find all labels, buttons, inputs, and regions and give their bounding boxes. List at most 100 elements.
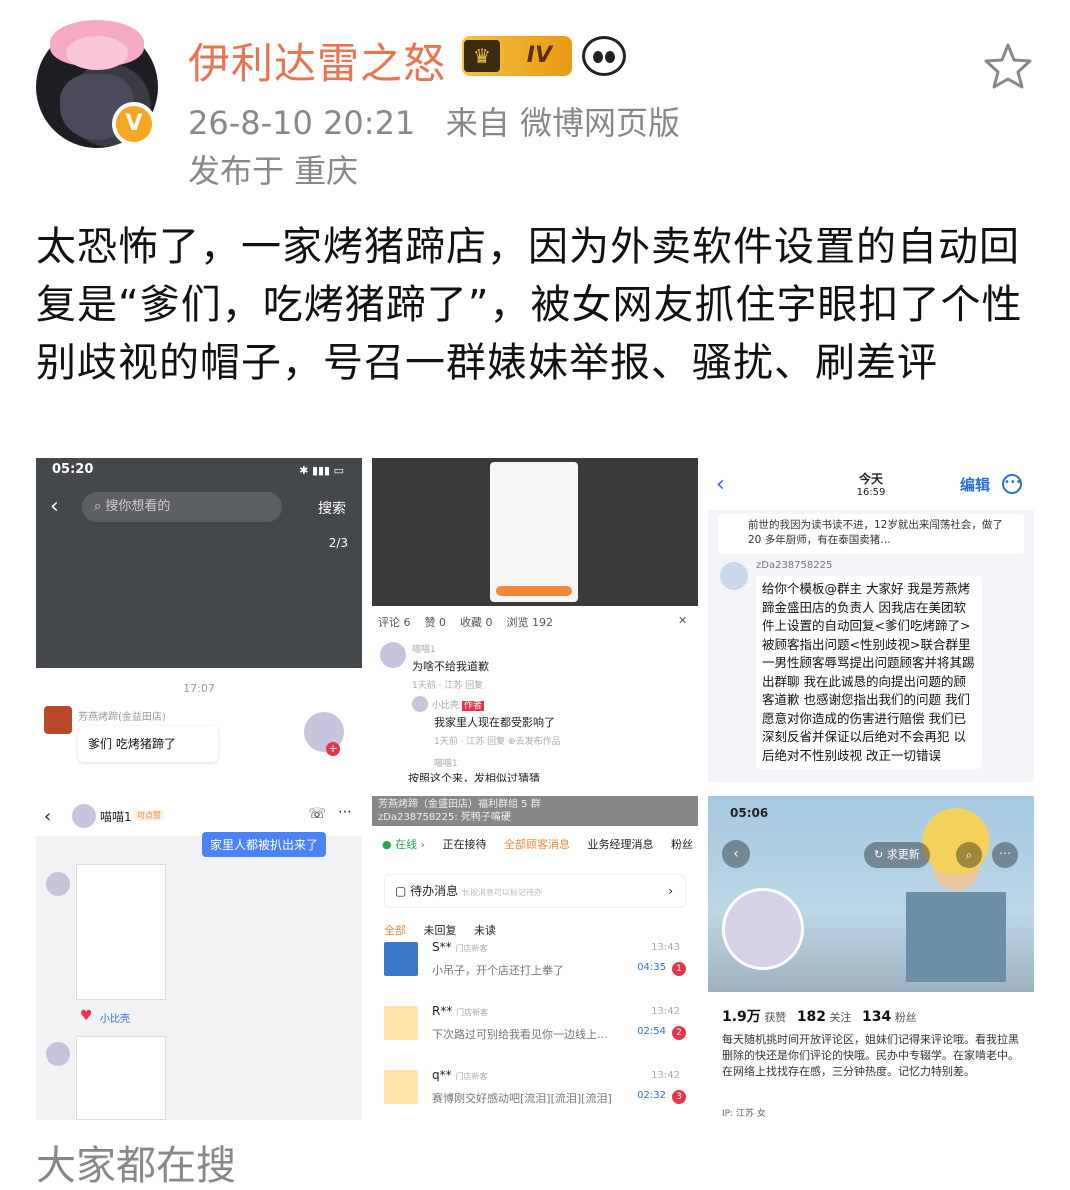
tab-bar: ● 在线 › 正在接待 全部顾客消息 业务经理消息 粉丝 <box>372 836 698 858</box>
shared-document[interactable] <box>76 1036 166 1120</box>
unread-badge: 1 <box>672 962 686 976</box>
message-preview: 下次路过可别给我看见你一边线上… <box>432 1028 608 1041</box>
comment-avatar <box>380 642 406 668</box>
heart-icon[interactable]: ♥ <box>80 1008 93 1024</box>
contact-name: 喵喵1 <box>100 810 132 824</box>
filter-all[interactable]: 全部 <box>384 924 406 937</box>
auto-reply-message: 爹们 吃烤猪蹄了 <box>78 726 218 762</box>
crown-icon: ♛ <box>464 40 500 72</box>
tab-fans[interactable]: 粉丝 <box>671 838 693 851</box>
pinned-notice[interactable]: 前世的我因为读书读不进，12岁就出来闯荡社会，做了 20 多年厨师，有在泰国卖猪… <box>718 514 1024 554</box>
signal-icon: ✱ ▮▮▮ ▭ <box>299 464 344 477</box>
message-row[interactable]: S** 门店新客 13:43 小吊子，开个店还打上拳了 04:35 1 <box>384 940 688 988</box>
banner-title: 芳燕烤蹄（金盛田店）福利群组 5 群 <box>378 799 541 810</box>
comment-text: 按照这个来，发相似过猜猜 <box>408 772 540 782</box>
customer-tag: 门店新客 <box>455 1072 488 1081</box>
image-tile-3[interactable]: ‹ 今天 16:59 编辑 ••• 前世的我因为读书读不进，12岁就出来闯荡社会，… <box>708 458 1034 782</box>
filter-unread[interactable]: 未读 <box>474 924 496 937</box>
todo-hint: 长按消息可以标记待办 <box>462 888 542 897</box>
star-icon[interactable] <box>982 42 1034 90</box>
likes-label: 获赞 <box>764 1011 787 1024</box>
comment-text: 我家里人现在都受影响了 <box>434 716 555 729</box>
comment-user: 小比壳 作者 <box>432 698 484 711</box>
customer-name-text: q** <box>432 1068 452 1082</box>
message-time: 13:42 <box>651 1006 680 1017</box>
image-tile-6[interactable]: 05:06 ‹ ↻ 求更新 ⌕ ⋯ 1.9万 获赞 182 关注 134 粉丝 … <box>708 796 1034 1120</box>
message-preview: 小吊子，开个店还打上拳了 <box>432 964 564 977</box>
author-tag: 作者 <box>461 701 484 711</box>
image-tile-1[interactable]: 05:20 ✱ ▮▮▮ ▭ ‹ ⌕ 搜你想看的 搜索 2/3 17:07 芳燕烤… <box>36 458 362 782</box>
panda-emoji-icon <box>582 36 626 76</box>
cover-character-image <box>906 802 1006 982</box>
mention-user[interactable]: 小比壳 <box>100 1010 130 1025</box>
level-badge: ♛ IV <box>462 36 572 76</box>
profile-avatar[interactable] <box>722 888 804 970</box>
wait-duration: 04:35 <box>637 962 666 973</box>
comment-user: 喵喵1 <box>434 759 458 769</box>
more-icon[interactable]: ⋯ <box>992 842 1018 868</box>
customer-avatar <box>384 942 418 976</box>
verified-icon: V <box>112 102 156 146</box>
avatar-face-decoration <box>66 36 128 70</box>
following-label: 关注 <box>829 1011 852 1024</box>
customer-avatar <box>384 1070 418 1104</box>
unread-badge: 2 <box>672 1026 686 1040</box>
more-icon[interactable]: ••• <box>1002 474 1022 494</box>
back-icon[interactable]: ‹ <box>44 806 51 827</box>
search-placeholder: 搜你想看的 <box>105 499 171 514</box>
filter-unreplied[interactable]: 未回复 <box>424 924 457 937</box>
shared-screenshot[interactable] <box>76 864 166 1000</box>
confirm-bar <box>496 586 572 596</box>
post-meta: 26-8-10 20:21 来自 微博网页版 <box>188 98 680 144</box>
comment-meta: 1天前 · 江苏 回复 <box>412 681 484 691</box>
more-icon[interactable]: ⋯ <box>338 804 352 820</box>
group-banner: 芳燕烤蹄（金盛田店）福利群组 5 群 zDa238758225: 死鸭子嘴硬 <box>372 796 698 826</box>
search-button[interactable]: 搜索 <box>318 498 346 518</box>
following-count[interactable]: 182 <box>797 1009 826 1025</box>
customer-avatar <box>384 1006 418 1040</box>
followers-count[interactable]: 134 <box>862 1009 891 1025</box>
profile-counts: 1.9万 获赞 182 关注 134 粉丝 <box>722 1006 917 1026</box>
post-location: 发布于 重庆 <box>188 152 359 190</box>
plus-icon[interactable]: + <box>326 742 340 756</box>
template-message: 给你个模板@群主 大家好 我是芳燕烤蹄金盛田店的负责人 因我店在美团软件上设置的… <box>756 576 982 769</box>
trending-search-header[interactable]: 大家都在搜 <box>36 1142 236 1190</box>
back-icon[interactable]: ‹ <box>50 494 59 519</box>
author-name[interactable]: 伊利达雷之怒 <box>188 30 446 91</box>
comment-avatar <box>412 696 428 712</box>
close-icon[interactable]: ✕ <box>678 614 687 627</box>
video-area <box>372 458 698 606</box>
edit-button[interactable]: 编辑 <box>960 474 990 495</box>
post-timestamp: 26-8-10 20:21 <box>188 104 416 142</box>
phone-icon[interactable]: ☏ <box>308 806 326 822</box>
request-update-button[interactable]: ↻ 求更新 <box>864 842 930 868</box>
tab-online[interactable]: ● 在线 › <box>382 838 425 851</box>
customer-name-text: S** <box>432 940 452 954</box>
todo-messages[interactable]: ▢ 待办消息 长按消息可以标记待办 › <box>384 874 686 908</box>
message-preview: 赛博刚交好感动吧[流泪][流泪][流泪] <box>432 1092 612 1105</box>
post-text: 太恐怖了，一家烤猪蹄店，因为外卖软件设置的自动回复是“爹们，吃烤猪蹄了”，被女网… <box>36 224 1023 386</box>
search-input[interactable]: ⌕ 搜你想看的 <box>82 492 282 522</box>
customer-tag: 门店新客 <box>456 1008 489 1017</box>
message-row[interactable]: q** 门店新客 13:42 赛博刚交好感动吧[流泪][流泪][流泪] 02:3… <box>384 1068 688 1116</box>
image-tile-5[interactable]: 芳燕烤蹄（金盛田店）福利群组 5 群 zDa238758225: 死鸭子嘴硬 ●… <box>372 796 698 1120</box>
phone-screenshot <box>490 462 578 602</box>
search-icon[interactable]: ⌕ <box>956 842 982 868</box>
wait-duration: 02:54 <box>637 1026 666 1037</box>
tab-all-customers[interactable]: 全部顾客消息 <box>504 838 570 851</box>
image-tile-2[interactable]: 评论 6 赞 0 收藏 0 浏览 192 ✕ 喵喵1 为啥不给我道歉 1天前 ·… <box>372 458 698 782</box>
pager-indicator: 2/3 <box>328 536 348 550</box>
profile-bio: 每天随机挑时间开放评论区，姐妹们记得来评论哦。看我拉黑删除的快还是你们评论的快哦… <box>722 1033 1019 1078</box>
update-label: 求更新 <box>886 848 920 861</box>
profile-ip: IP: 江苏 女 <box>722 1109 766 1119</box>
back-icon[interactable]: ‹ <box>722 840 750 868</box>
filter-bar: 全部 未回复 未读 <box>384 922 510 938</box>
customer-name: q** 门店新客 <box>432 1068 487 1082</box>
message-row[interactable]: R** 门店新客 13:42 下次路过可别给我看见你一边线上… 02:54 2 <box>384 1004 688 1052</box>
comments-tab[interactable]: 评论 6 <box>378 616 411 629</box>
image-tile-4[interactable]: ‹ 喵喵1 可点赞 ☏ ⋯ 家里人都被扒出来了 ♥ 小比壳 <box>36 796 362 1120</box>
tab-manager[interactable]: 业务经理消息 <box>588 838 654 851</box>
tab-serving[interactable]: 正在接待 <box>443 838 487 851</box>
status-time: 05:06 <box>730 806 769 820</box>
sender-avatar <box>720 562 748 590</box>
